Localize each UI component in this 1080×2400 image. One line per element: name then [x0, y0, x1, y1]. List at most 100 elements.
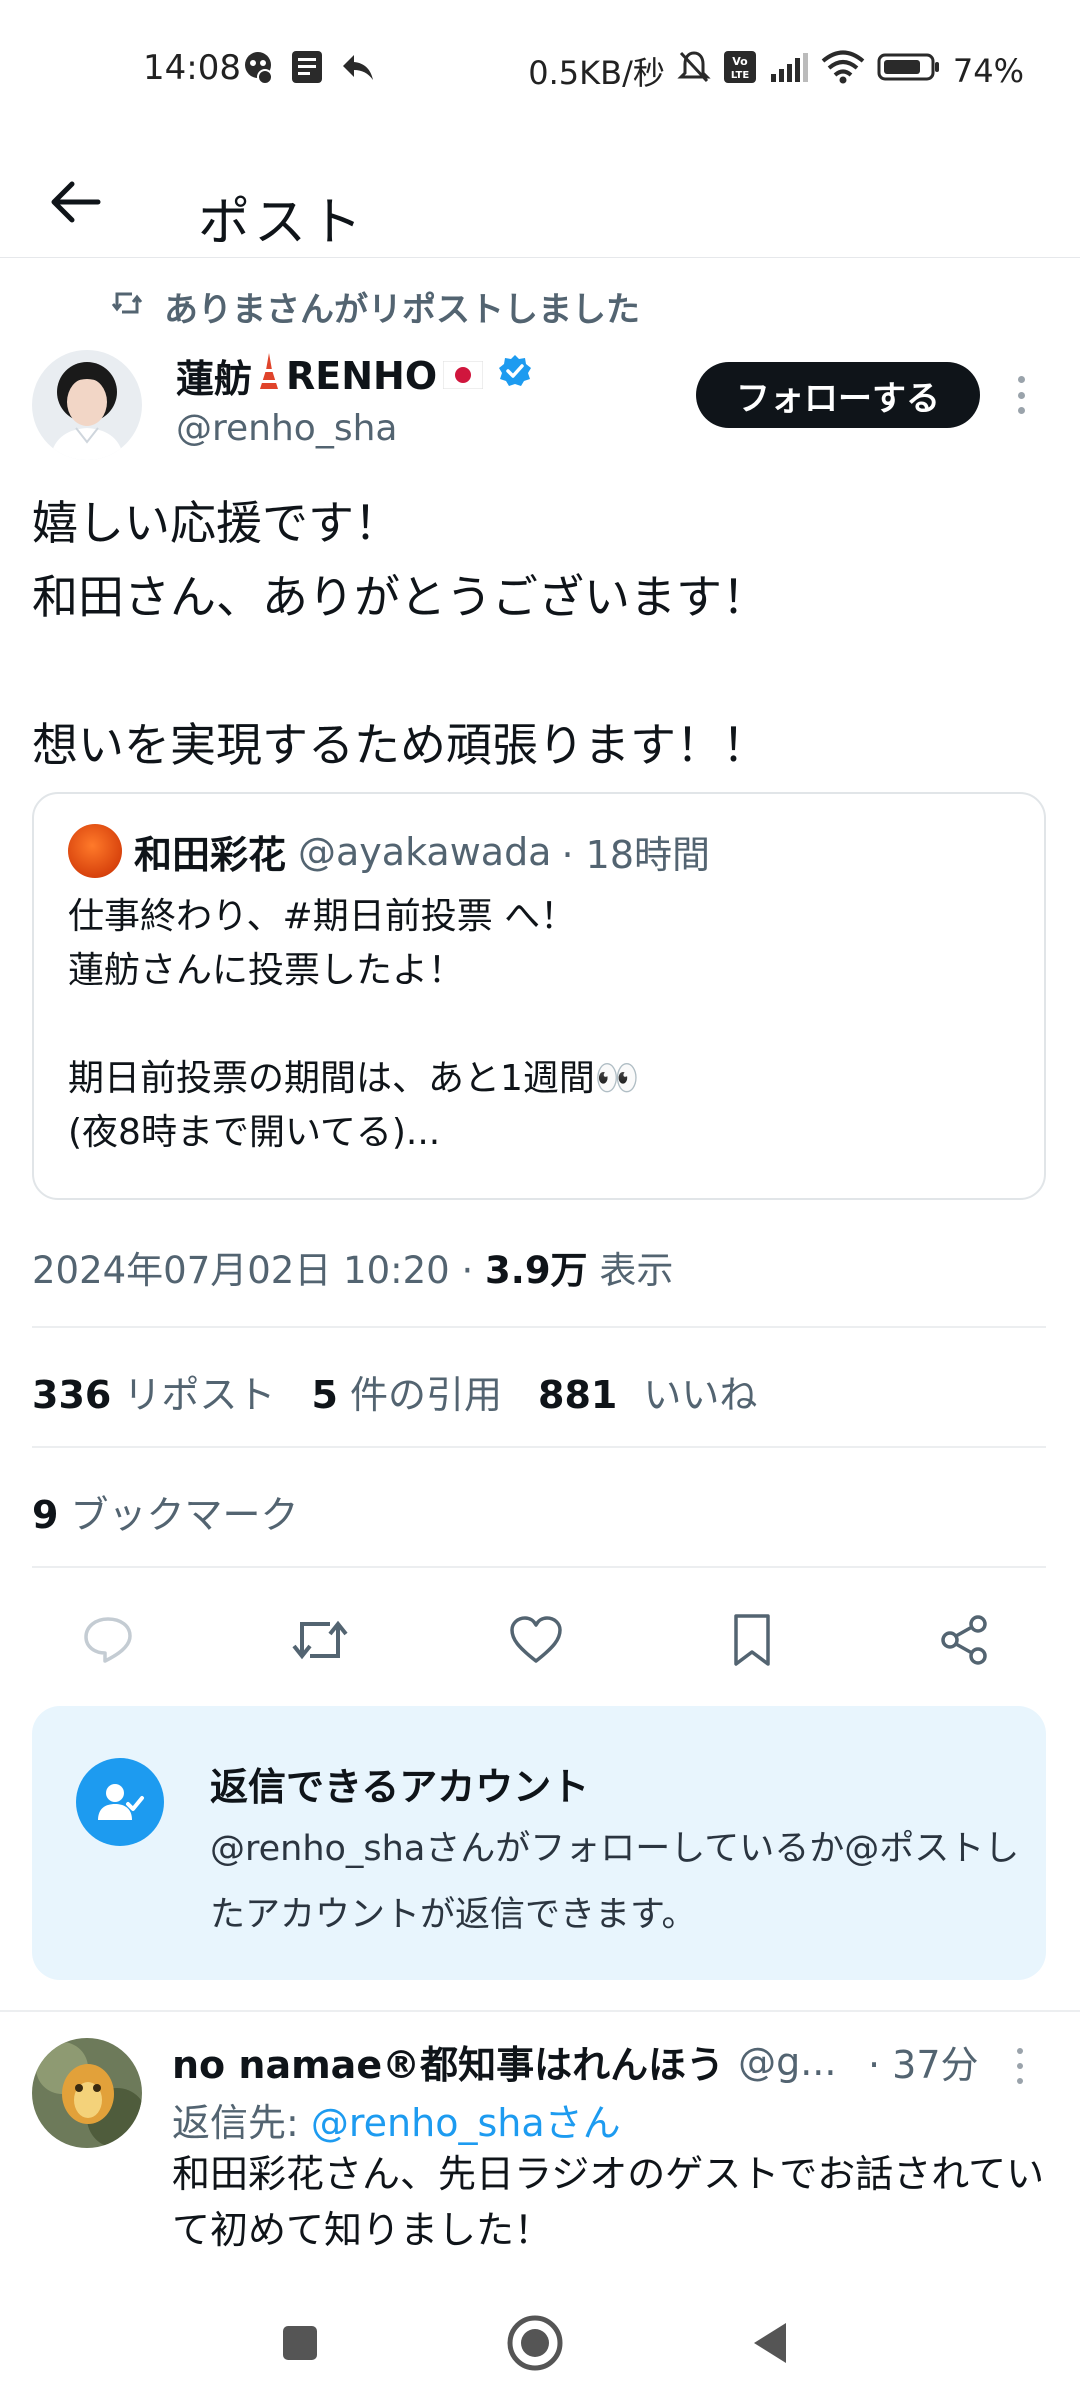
quote-text-line: 蓮舫さんに投票したよ！: [68, 950, 465, 991]
likes-count: 881: [538, 1373, 618, 1417]
japan-flag-icon: [442, 354, 484, 398]
svg-text:LTE: LTE: [731, 70, 750, 81]
quotes-label: 件の引用: [349, 1373, 502, 1417]
heart-icon: [510, 1616, 562, 1663]
post-action-bar: [32, 1600, 1046, 1678]
author-handle[interactable]: @renho_sha: [176, 408, 397, 449]
recents-button[interactable]: [265, 2308, 335, 2378]
network-speed: 0.5KB/秒: [528, 54, 665, 92]
svg-text:Vo: Vo: [732, 55, 748, 68]
status-time: 14:08: [143, 48, 241, 88]
reply-icon: [84, 1617, 132, 1663]
reply-to-line: 返信先: @renho_shaさん: [172, 2092, 621, 2147]
quote-time: · 18時間: [561, 833, 710, 877]
reply-notification-icon: [340, 48, 376, 86]
reposts-count: 336: [32, 1373, 112, 1417]
reply-avatar[interactable]: [32, 2038, 142, 2148]
repost-context[interactable]: ありまさんがリポストしました: [110, 282, 640, 331]
user-check-icon: [76, 1758, 164, 1846]
status-bar: 14:08 0.5KB/秒 Vo LTE 74%: [0, 0, 1080, 140]
reply-restriction-card: 返信できるアカウント @renho_shaさんがフォローしているか@ポストしたア…: [32, 1706, 1046, 1980]
triangle-back-icon: [754, 2323, 786, 2363]
wifi-icon: [821, 50, 865, 92]
system-nav-bar: [0, 2290, 1080, 2400]
reply-header: no namae®都知事はれんほう @g... · 37分: [172, 2034, 992, 2089]
ghost-notification-icon: [240, 48, 276, 86]
post-text-line: [32, 634, 1042, 708]
mute-bell-icon: [677, 49, 711, 93]
reply-to-link[interactable]: @renho_shaさん: [311, 2101, 621, 2145]
quotes-stat[interactable]: 5 件の引用: [311, 1364, 502, 1419]
square-icon: [283, 2326, 317, 2360]
divider: [32, 1446, 1046, 1448]
verified-badge-icon: [497, 353, 533, 398]
reply-to-prefix: 返信先:: [172, 2101, 311, 2145]
more-options-icon[interactable]: [1006, 370, 1036, 420]
quote-text: 仕事終わり、#期日前投票 へ！ 蓮舫さんに投票したよ！ 期日前投票の期間は、あと…: [68, 890, 1018, 1160]
volte-icon: Vo LTE: [723, 50, 757, 92]
author-name[interactable]: 蓮舫 RENHO: [176, 348, 533, 403]
views-label: 表示: [599, 1249, 674, 1292]
repost-button[interactable]: [288, 1608, 352, 1672]
home-button[interactable]: [500, 2308, 570, 2378]
post-text-line: 想いを実現するため頑張ります！！: [32, 718, 768, 772]
post-meta: 2024年07月02日 10:20 · 3.9万 表示: [32, 1249, 674, 1292]
reposts-stat[interactable]: 336 リポスト: [32, 1364, 275, 1419]
repost-context-text: ありまさんがリポストしました: [164, 290, 640, 330]
page-title: ポスト: [198, 193, 367, 253]
likes-label: いいね: [643, 1373, 758, 1417]
quote-text-line: [68, 998, 1018, 1052]
bookmarks-stat[interactable]: 9 ブックマーク: [32, 1484, 299, 1539]
back-button[interactable]: [44, 170, 108, 234]
document-notification-icon: [290, 48, 324, 86]
bookmark-button[interactable]: [720, 1608, 784, 1672]
reply-more-options-icon[interactable]: [1010, 2044, 1030, 2088]
post-stats: 336 リポスト 5 件の引用 881 いいね: [32, 1364, 757, 1419]
quote-avatar: [68, 824, 122, 878]
tokyo-tower-icon: [258, 352, 280, 399]
reply-time: · 37分: [868, 2043, 979, 2087]
reply-button[interactable]: [76, 1608, 140, 1672]
reposts-label: リポスト: [123, 1373, 276, 1417]
views-count: 3.9万: [485, 1249, 588, 1292]
repost-action-icon: [292, 1620, 348, 1660]
divider: [32, 1326, 1046, 1328]
quote-text-line: (夜8時まで開いてる)...: [68, 1112, 441, 1153]
circle-home-icon: [507, 2315, 563, 2371]
quoted-post-card[interactable]: 和田彩花 @ayakawada · 18時間 仕事終わり、#期日前投票 へ！ 蓮…: [32, 792, 1046, 1200]
bookmarks-count: 9: [32, 1493, 59, 1537]
likes-stat[interactable]: 881 いいね: [538, 1364, 757, 1419]
quote-author-handle: @ayakawada: [298, 829, 552, 874]
quotes-count: 5: [311, 1373, 338, 1417]
author-name-text: 蓮舫: [176, 357, 253, 401]
quote-header: 和田彩花 @ayakawada · 18時間: [134, 824, 710, 879]
signal-icon: [769, 52, 809, 90]
post-text-line: 嬉しい応援です！: [32, 496, 400, 550]
reply-author-handle[interactable]: @g...: [738, 2040, 836, 2084]
post-text: 嬉しい応援です！ 和田さん、ありがとうございます！ 想いを実現するため頑張ります…: [32, 486, 1042, 782]
author-avatar[interactable]: [32, 350, 142, 460]
post-text-line: 和田さん、ありがとうございます！: [32, 570, 768, 624]
repost-icon: [110, 287, 144, 327]
quote-author-name: 和田彩花: [134, 833, 287, 877]
bookmarks-label: ブックマーク: [70, 1493, 299, 1537]
back-arrow-icon: [51, 181, 101, 223]
like-button[interactable]: [504, 1608, 568, 1672]
share-icon: [941, 1615, 987, 1665]
reply-text: 和田彩花さん、先日ラジオのゲストでお話されていて初めて知りました！: [172, 2152, 1045, 2252]
reply-restriction-text: @renho_shaさんがフォローしているか@ポストしたアカウントが返信できます…: [210, 1829, 1020, 1935]
quote-text-line: 期日前投票の期間は、あと1週間👀: [68, 1058, 640, 1099]
reply-restriction-title: 返信できるアカウント: [210, 1765, 590, 1809]
divider: [0, 2010, 1080, 2012]
reply-author-name[interactable]: no namae®都知事はれんほう: [172, 2034, 724, 2089]
app-header: ポスト: [0, 140, 1080, 258]
divider: [32, 1566, 1046, 1568]
follow-button[interactable]: フォローする: [696, 362, 980, 428]
nav-back-button[interactable]: [735, 2308, 805, 2378]
bookmark-icon: [734, 1614, 770, 1666]
battery-level: 74%: [952, 52, 1024, 90]
post-timestamp: 2024年07月02日 10:20: [32, 1249, 450, 1292]
status-right: 0.5KB/秒 Vo LTE 74%: [528, 48, 1024, 94]
share-button[interactable]: [932, 1608, 996, 1672]
battery-icon: [877, 52, 941, 90]
